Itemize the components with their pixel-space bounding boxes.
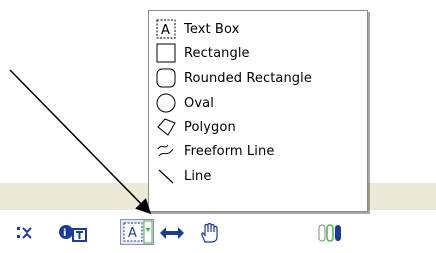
oval-icon	[151, 92, 181, 114]
text-box-icon: A	[151, 18, 181, 40]
menu-item-freeform-line[interactable]: Freeform Line	[149, 139, 367, 163]
svg-text:A: A	[161, 23, 170, 38]
menu-item-line[interactable]: Line	[149, 164, 367, 188]
list-icon[interactable]	[16, 222, 32, 244]
move-arrows-icon[interactable]	[158, 222, 186, 244]
text-box-tool-button[interactable]: A	[120, 219, 154, 245]
menu-item-rounded-rectangle[interactable]: Rounded Rectangle	[149, 66, 367, 90]
text-box-glyph: A	[128, 226, 137, 241]
freeform-line-icon	[151, 140, 181, 162]
rounded-rectangle-icon	[151, 67, 181, 89]
menu-item-oval[interactable]: Oval	[149, 91, 367, 115]
polygon-icon	[151, 116, 181, 138]
menu-item-polygon[interactable]: Polygon	[149, 115, 367, 139]
svg-text:i: i	[63, 228, 66, 239]
rectangle-icon	[151, 42, 181, 64]
battery-icon	[318, 222, 344, 244]
drawing-toolbar: i A	[0, 210, 436, 253]
shape-dropdown-menu: A Text Box Rectangle Rounded Rectangle O…	[148, 10, 368, 212]
insert-text-icon[interactable]: i	[58, 222, 88, 244]
line-icon	[151, 165, 181, 187]
menu-item-rectangle[interactable]: Rectangle	[149, 41, 367, 65]
hand-icon[interactable]	[198, 222, 224, 244]
menu-item-text-box[interactable]: A Text Box	[149, 17, 367, 41]
